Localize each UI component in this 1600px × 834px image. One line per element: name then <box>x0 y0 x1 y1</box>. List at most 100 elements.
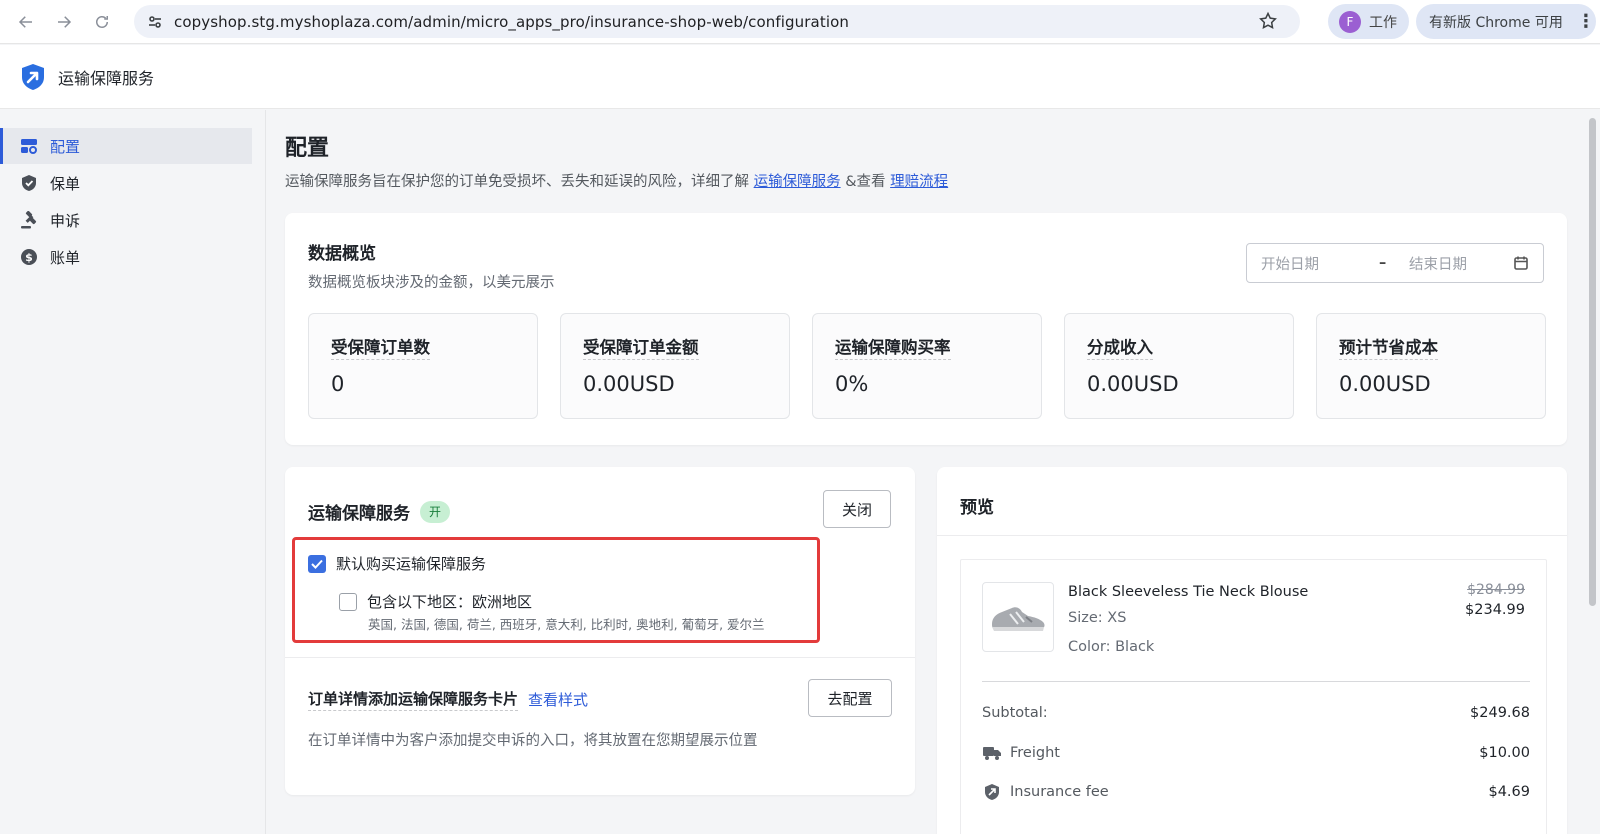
include-region-label: 包含以下地区：欧洲地区 <box>367 593 533 611</box>
insurance-shield-icon <box>982 783 1002 801</box>
desc-text: 运输保障服务旨在保护您的订单免受损坏、丢失和延误的风险，详细了解 <box>285 174 749 190</box>
include-region-option[interactable]: 包含以下地区：欧洲地区 <box>339 591 532 612</box>
insurance-label: Insurance fee <box>1010 784 1109 800</box>
service-title-text: 运输保障服务 <box>308 504 410 524</box>
bookmark-star-icon[interactable] <box>1258 11 1278 35</box>
calendar-icon[interactable] <box>1513 255 1529 275</box>
preview-title: 预览 <box>960 498 994 518</box>
forward-button[interactable] <box>52 10 76 34</box>
update-label: 有新版 Chrome 可用 <box>1429 14 1563 31</box>
sidebar-item-policies[interactable]: 保单 <box>0 165 252 201</box>
reload-icon <box>96 15 108 28</box>
avatar: F <box>1339 10 1361 33</box>
site-settings-icon[interactable] <box>144 11 166 33</box>
sidebar-item-label: 账单 <box>50 248 81 267</box>
profile-button[interactable]: F 工作 <box>1328 4 1409 39</box>
stat-card: 运输保障购买率 0% <box>812 313 1042 419</box>
date-range-picker[interactable]: 开始日期 – 结束日期 <box>1246 243 1544 283</box>
range-separator: – <box>1379 255 1387 271</box>
svg-text:$: $ <box>25 251 33 264</box>
arrow-right-icon <box>58 15 72 28</box>
stat-value: 0.00USD <box>1339 372 1431 396</box>
default-buy-option[interactable]: 默认购买运输保障服务 <box>308 553 486 574</box>
stat-card: 受保障订单金额 0.00USD <box>560 313 790 419</box>
stat-value: 0 <box>331 372 345 396</box>
order-card-title: 订单详情添加运输保障服务卡片 查看样式 <box>308 688 588 711</box>
sidebar-item-billing[interactable]: $ 账单 <box>0 239 252 275</box>
stat-label: 运输保障购买率 <box>835 334 951 360</box>
app-logo-icon <box>22 63 44 90</box>
desc-mid-text: &查看 <box>845 174 886 190</box>
overview-subtitle: 数据概览板块涉及的金额，以美元展示 <box>308 275 555 291</box>
config-icon <box>20 137 38 155</box>
truck-icon <box>982 744 1002 762</box>
stats-row: 受保障订单数 0 受保障订单金额 0.00USD 运输保障购买率 0% 分成收入… <box>308 313 1546 419</box>
service-title: 运输保障服务 开 <box>308 499 450 524</box>
back-button[interactable] <box>14 10 38 34</box>
product-size: Size: XS <box>1068 610 1127 626</box>
divider <box>937 535 1567 536</box>
reload-button[interactable] <box>90 10 114 34</box>
subtotal-value: $249.68 <box>1470 705 1530 721</box>
overview-card: 数据概览 数据概览板块涉及的金额，以美元展示 开始日期 – 结束日期 受保障订单… <box>285 213 1567 445</box>
overview-title: 数据概览 <box>308 244 376 264</box>
chrome-update-button[interactable]: 有新版 Chrome 可用 ⋮ <box>1416 4 1596 39</box>
sidebar-item-label: 配置 <box>50 137 81 156</box>
sale-price: $234.99 <box>1465 602 1525 618</box>
freight-label: Freight <box>1010 745 1060 761</box>
sidebar-item-config[interactable]: 配置 <box>0 128 252 164</box>
stat-label: 受保障订单数 <box>331 334 430 360</box>
end-date-input[interactable]: 结束日期 <box>1409 253 1519 274</box>
sneaker-image <box>992 607 1045 631</box>
page-description: 运输保障服务旨在保护您的订单免受损坏、丢失和延误的风险，详细了解 运输保障服务 … <box>285 170 948 191</box>
stat-card: 受保障订单数 0 <box>308 313 538 419</box>
stat-value: 0.00USD <box>1087 372 1179 396</box>
url-text[interactable]: copyshop.stg.myshoplaza.com/admin/micro_… <box>174 13 849 31</box>
profile-label: 工作 <box>1369 14 1397 31</box>
stat-label: 分成收入 <box>1087 334 1153 360</box>
default-buy-checkbox[interactable] <box>308 554 326 573</box>
stat-value: 0.00USD <box>583 372 675 396</box>
sidebar-item-appeals[interactable]: 申诉 <box>0 202 252 238</box>
page-title: 配置 <box>285 136 330 161</box>
dollar-icon: $ <box>20 248 38 266</box>
start-date-input[interactable]: 开始日期 <box>1261 253 1379 274</box>
order-card-title-text: 订单详情添加运输保障服务卡片 <box>308 688 519 711</box>
freight-value: $10.00 <box>1479 745 1530 761</box>
sidebar: 配置 保单 申诉 $ 账单 <box>0 110 266 834</box>
include-region-checkbox[interactable] <box>339 592 357 611</box>
product-name: Black Sleeveless Tie Neck Blouse <box>1068 584 1309 600</box>
close-service-button[interactable]: 关闭 <box>823 490 891 528</box>
original-price: $284.99 <box>1467 582 1525 598</box>
claim-process-link[interactable]: 理赔流程 <box>890 174 948 190</box>
preview-card: 预览 Black Sleeveless Tie Neck Blouse Size… <box>937 467 1567 834</box>
divider <box>982 681 1530 682</box>
status-badge: 开 <box>420 500 450 523</box>
check-icon <box>311 559 323 569</box>
service-settings-card: 运输保障服务 开 关闭 默认购买运输保障服务 包含以下地区：欧洲地区 英国, 法… <box>285 467 915 795</box>
preview-cart: Black Sleeveless Tie Neck Blouse Size: X… <box>960 559 1547 834</box>
sidebar-item-label: 申诉 <box>50 211 81 230</box>
browser-toolbar: copyshop.stg.myshoplaza.com/admin/micro_… <box>0 0 1600 44</box>
subtotal-row: Subtotal: $249.68 <box>982 705 1530 721</box>
country-list: 英国, 法国, 德国, 荷兰, 西班牙, 意大利, 比利时, 奥地利, 葡萄牙,… <box>368 617 765 632</box>
more-menu-icon[interactable]: ⋮ <box>1577 11 1595 32</box>
product-thumbnail <box>982 582 1054 652</box>
go-configure-button[interactable]: 去配置 <box>808 679 892 717</box>
freight-row: Freight $10.00 <box>982 744 1530 762</box>
scrollbar-thumb[interactable] <box>1589 118 1596 606</box>
subtotal-label: Subtotal: <box>982 705 1048 721</box>
view-style-link[interactable]: 查看样式 <box>528 689 588 710</box>
address-bar[interactable]: copyshop.stg.myshoplaza.com/admin/micro_… <box>134 5 1300 38</box>
stat-card: 预计节省成本 0.00USD <box>1316 313 1546 419</box>
default-buy-label: 默认购买运输保障服务 <box>336 555 487 573</box>
learn-more-link[interactable]: 运输保障服务 <box>754 174 841 190</box>
shield-icon <box>20 174 38 192</box>
stat-card: 分成收入 0.00USD <box>1064 313 1294 419</box>
stat-label: 受保障订单金额 <box>583 334 699 360</box>
insurance-row: Insurance fee $4.69 <box>982 783 1530 801</box>
app-title: 运输保障服务 <box>58 68 155 88</box>
app-header: 运输保障服务 <box>0 45 1600 109</box>
main-content: 配置 运输保障服务旨在保护您的订单免受损坏、丢失和延误的风险，详细了解 运输保障… <box>285 110 1575 834</box>
stat-value: 0% <box>835 372 869 396</box>
